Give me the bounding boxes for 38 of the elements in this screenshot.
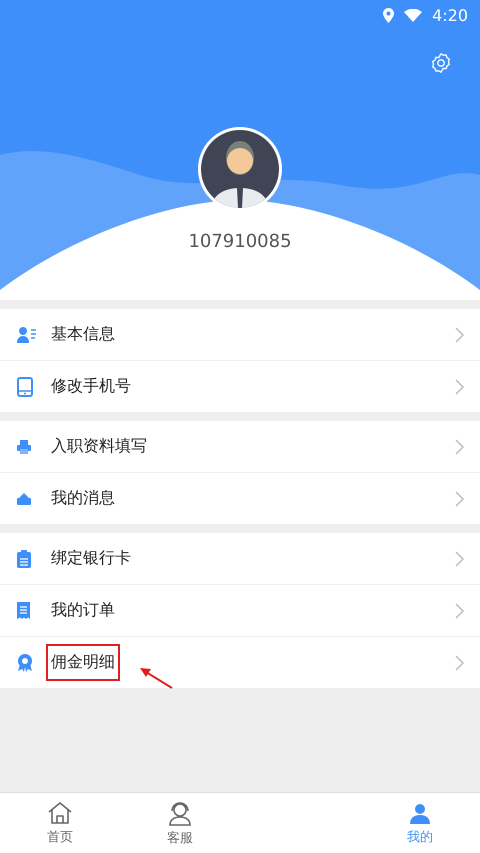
- chevron-right-icon: [455, 602, 464, 618]
- menu-item[interactable]: 绑定银行卡: [0, 533, 480, 584]
- menu-label: 绑定银行卡: [51, 548, 131, 569]
- chevron-right-icon: [455, 378, 464, 394]
- menu-item[interactable]: 基本信息: [0, 309, 480, 360]
- menu-item[interactable]: 我的订单: [0, 584, 480, 636]
- menu-label: 我的订单: [51, 600, 115, 621]
- chevron-right-icon: [455, 654, 464, 670]
- chevron-right-icon: [455, 490, 464, 506]
- tab-item[interactable]: 首页: [0, 793, 120, 853]
- menu-item[interactable]: 修改手机号: [0, 360, 480, 412]
- home-icon: [47, 800, 73, 824]
- menu-item[interactable]: 佣金明细: [0, 636, 480, 688]
- person-list-icon: [17, 326, 37, 342]
- receipt-icon: [17, 602, 30, 619]
- menu-label: 修改手机号: [51, 376, 131, 397]
- menu-label: 我的消息: [51, 488, 115, 509]
- chevron-right-icon: [455, 550, 464, 566]
- location-pin-icon: [383, 8, 394, 22]
- menu-item[interactable]: 我的消息: [0, 472, 480, 524]
- printer-icon: [17, 440, 31, 454]
- ribbon-icon: [17, 654, 33, 672]
- tray-icon: [17, 492, 31, 504]
- highlighted-label: 佣金明细: [46, 644, 120, 681]
- menu-label: 入职资料填写: [51, 436, 147, 457]
- chevron-right-icon: [455, 326, 464, 342]
- menu-item[interactable]: 入职资料填写: [0, 421, 480, 472]
- wifi-icon: [404, 8, 422, 22]
- support-agent-icon: [167, 800, 193, 826]
- user-id: 107910085: [188, 231, 292, 252]
- tablet-icon: [17, 376, 33, 396]
- clipboard-icon: [17, 550, 31, 568]
- chevron-right-icon: [455, 438, 464, 454]
- menu-label: 基本信息: [51, 324, 115, 345]
- annotation-arrow: [140, 667, 174, 689]
- settings-icon[interactable]: [430, 52, 452, 74]
- status-time: 4:20: [432, 6, 468, 24]
- tab-item[interactable]: 客服: [120, 793, 240, 853]
